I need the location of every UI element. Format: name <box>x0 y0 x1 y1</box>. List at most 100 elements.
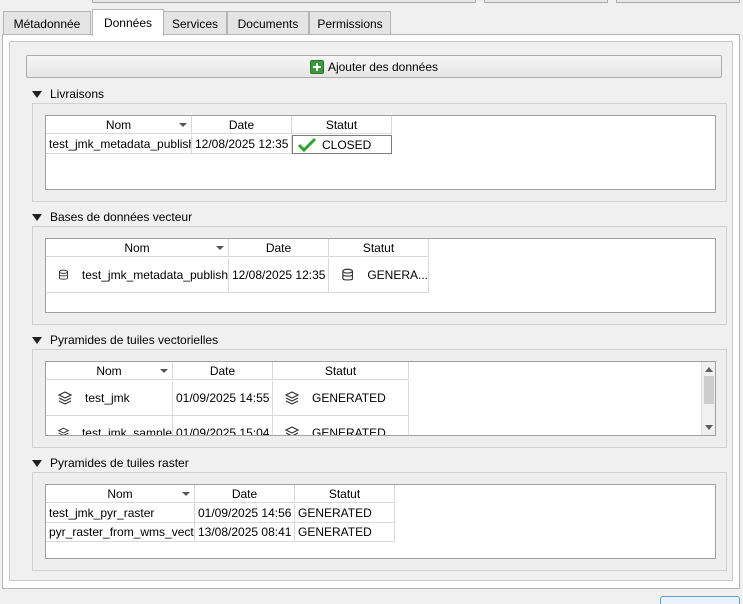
cell-date: 12/08/2025 12:35 <box>192 135 292 154</box>
collapse-triangle-icon <box>32 459 42 467</box>
tab-services[interactable]: Services <box>163 11 227 35</box>
status-text: CLOSED <box>322 137 372 152</box>
cell-statut: GENERATED <box>273 416 409 436</box>
database-icon <box>342 268 354 281</box>
column-header-nom[interactable]: Nom <box>46 116 192 134</box>
column-header-date[interactable]: Date <box>195 485 295 503</box>
cell-nom: test_jmk <box>46 381 173 416</box>
pyr-raster-table[interactable]: Nom Date Statut test_jmk_pyr_raster 01/0… <box>45 484 716 559</box>
tab-documents[interactable]: Documents <box>227 11 309 35</box>
section-toggle-bdd-vecteur[interactable]: Bases de données vecteur <box>32 209 192 225</box>
layers-icon <box>57 427 70 435</box>
cell-nom: test_jmk_metadata_publish <box>46 258 229 293</box>
cell-nom: pyr_raster_from_wms_vector <box>46 523 195 542</box>
cell-statut: GENERATED <box>295 504 395 523</box>
collapse-triangle-icon <box>32 90 42 98</box>
table-row[interactable]: test_jmk_metadata_publish 12/08/2025 12:… <box>46 258 429 293</box>
collapse-triangle-icon <box>32 336 42 344</box>
bdd-vecteur-table[interactable]: Nom Date Statut test_jmk_metadata_publis… <box>45 238 716 313</box>
column-header-date[interactable]: Date <box>173 362 273 380</box>
table-row[interactable]: test_jmk_pyr_raster 01/09/2025 14:56 GEN… <box>46 504 395 523</box>
table-header: Nom Date Statut <box>46 485 395 503</box>
header-label: Date <box>209 363 236 378</box>
add-data-button[interactable]: Ajouter des données <box>26 55 722 78</box>
header-label: Date <box>265 240 292 255</box>
table-row[interactable]: test_jmk_sample 01/09/2025 15:04 GENERAT… <box>46 416 409 436</box>
header-label: Nom <box>105 117 132 132</box>
column-header-date[interactable]: Date <box>229 239 329 257</box>
table-row[interactable]: test_jmk 01/09/2025 14:55 GENERATED <box>46 381 409 416</box>
header-label: Statut <box>328 486 361 501</box>
tab-label: Métadonnée <box>13 16 81 31</box>
cell-statut: GENERA... <box>329 258 429 293</box>
section-title: Bases de données vecteur <box>50 210 193 224</box>
tab-label: Documents <box>237 16 299 31</box>
add-data-label: Ajouter des données <box>327 59 439 74</box>
section-toggle-pyr-vect[interactable]: Pyramides de tuiles vectorielles <box>32 332 218 348</box>
livraisons-group: Nom Date Statut test_jmk_metadata_publis… <box>32 103 727 202</box>
column-header-date[interactable]: Date <box>192 116 292 134</box>
scroll-down-arrow-icon[interactable] <box>705 425 713 430</box>
section-title: Pyramides de tuiles raster <box>50 456 189 470</box>
cell-nom: test_jmk_pyr_raster <box>46 504 195 523</box>
tab-label: Services <box>171 16 218 31</box>
table-header: Nom Date Statut <box>46 239 429 257</box>
header-label: Nom <box>107 486 133 501</box>
table-row[interactable]: test_jmk_metadata_publish 12/08/2025 12:… <box>46 135 392 154</box>
pyr-vect-table[interactable]: Nom Date Statut test_jmk 01/09/2025 14:5… <box>45 361 716 436</box>
column-header-statut[interactable]: Statut <box>292 116 392 134</box>
layers-icon <box>284 426 300 435</box>
tab-label: Permissions <box>317 16 383 31</box>
name-text: test_jmk_metadata_publish <box>81 268 228 282</box>
cell-date: 01/09/2025 15:04 <box>173 416 273 435</box>
tab-donnees[interactable]: Données <box>92 9 164 36</box>
scroll-thumb[interactable] <box>704 376 714 404</box>
column-header-statut[interactable]: Statut <box>273 362 409 380</box>
bottom-button-edge[interactable] <box>660 596 740 604</box>
sort-indicator-icon <box>160 369 168 373</box>
livraisons-table[interactable]: Nom Date Statut test_jmk_metadata_publis… <box>45 115 716 190</box>
scroll-up-arrow-icon[interactable] <box>705 367 713 372</box>
cell-statut: CLOSED <box>292 135 392 154</box>
column-header-nom[interactable]: Nom <box>46 362 173 380</box>
top-bar-stub <box>484 0 608 3</box>
sort-indicator-icon <box>179 123 187 127</box>
donnees-tab-panel: Ajouter des données Livraisons Nom Date … <box>2 34 740 589</box>
header-label: Statut <box>325 117 358 132</box>
table-row[interactable]: pyr_raster_from_wms_vector 13/08/2025 08… <box>46 523 395 542</box>
table-header: Nom Date Statut <box>46 116 392 134</box>
sort-indicator-icon <box>216 246 224 250</box>
status-text: GENERATED <box>312 426 386 436</box>
cell-statut: GENERATED <box>295 523 395 542</box>
column-header-nom[interactable]: Nom <box>46 485 195 503</box>
column-header-statut[interactable]: Statut <box>329 239 429 257</box>
pyr-raster-group: Nom Date Statut test_jmk_pyr_raster 01/0… <box>32 472 727 571</box>
header-label: Nom <box>96 363 122 378</box>
column-header-statut[interactable]: Statut <box>295 485 395 503</box>
collapse-triangle-icon <box>32 213 42 221</box>
top-bar-stub <box>616 0 740 3</box>
top-bar-stub <box>92 0 476 3</box>
header-label: Date <box>228 117 255 132</box>
tab-metadonnee[interactable]: Métadonnée <box>3 11 91 35</box>
header-label: Statut <box>362 240 395 255</box>
section-toggle-pyr-raster[interactable]: Pyramides de tuiles raster <box>32 455 189 471</box>
pyr-vect-group: Nom Date Statut test_jmk 01/09/2025 14:5… <box>32 349 727 448</box>
cell-date: 12/08/2025 12:35 <box>229 258 329 293</box>
layers-icon <box>57 391 73 405</box>
sort-indicator-icon <box>182 492 190 496</box>
cell-nom: test_jmk_metadata_publish <box>46 135 192 154</box>
name-text: test_jmk <box>85 391 130 405</box>
vertical-scrollbar[interactable] <box>701 362 715 435</box>
bdd-vecteur-group: Nom Date Statut test_jmk_metadata_publis… <box>32 226 727 325</box>
tab-permissions[interactable]: Permissions <box>309 11 391 35</box>
check-icon <box>298 137 316 152</box>
cell-nom: test_jmk_sample <box>46 416 173 436</box>
cell-statut: GENERATED <box>273 381 409 416</box>
tab-label: Données <box>103 16 153 30</box>
column-header-nom[interactable]: Nom <box>46 239 229 257</box>
name-text: test_jmk_sample <box>81 426 172 436</box>
section-toggle-livraisons[interactable]: Livraisons <box>32 86 104 102</box>
header-label: Statut <box>324 363 357 378</box>
scroll-area: Ajouter des données Livraisons Nom Date … <box>9 41 733 581</box>
